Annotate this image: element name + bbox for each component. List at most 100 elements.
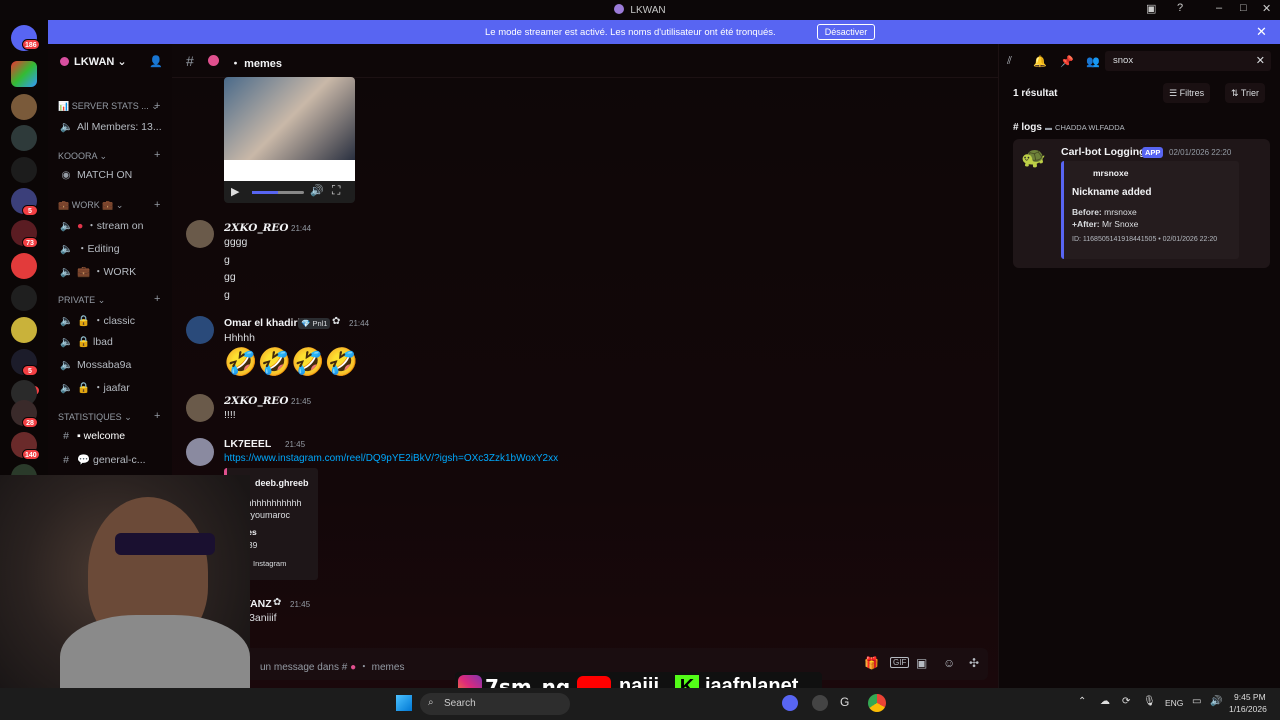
add-channel-icon[interactable]: + bbox=[154, 149, 160, 161]
avatar[interactable] bbox=[186, 438, 214, 466]
category-kooora[interactable]: KOOORA ⌄ bbox=[58, 151, 107, 162]
voice-icon: 🔈 bbox=[60, 266, 74, 278]
taskbar-app-icon[interactable]: G bbox=[840, 695, 849, 709]
voice-icon: 🔈 bbox=[60, 382, 74, 394]
help-icon[interactable]: ? bbox=[1177, 2, 1183, 14]
server-icon[interactable] bbox=[11, 317, 37, 343]
server-icon[interactable] bbox=[11, 125, 37, 151]
avatar[interactable] bbox=[186, 220, 214, 248]
channel-lbad[interactable]: 🔈 🔒 lbad bbox=[60, 335, 113, 348]
message-author[interactable]: 2XKO_REO bbox=[224, 395, 289, 407]
add-channel-icon[interactable]: + bbox=[154, 410, 160, 422]
start-icon[interactable] bbox=[396, 695, 412, 711]
channel-emoji-icon bbox=[208, 55, 219, 66]
threads-icon[interactable]: ⫽ bbox=[1007, 55, 1012, 68]
message-timestamp: 21:45 bbox=[285, 440, 306, 449]
channel-header: # ・ memes bbox=[172, 44, 998, 78]
video-thumbnail bbox=[224, 77, 355, 160]
language-indicator[interactable]: ENG bbox=[1165, 698, 1183, 708]
sticker-icon[interactable]: ▣ bbox=[916, 656, 927, 670]
result-timestamp: 02/01/2026 22:20 bbox=[1169, 148, 1232, 157]
play-icon[interactable]: ▶ bbox=[231, 185, 239, 198]
fullscreen-icon[interactable]: ⛶ bbox=[332, 183, 340, 198]
banner-close-icon[interactable]: ✕ bbox=[1256, 24, 1267, 40]
bell-icon[interactable]: 🔔 bbox=[1033, 55, 1047, 68]
taskbar-search[interactable]: ⌕ Search bbox=[420, 693, 570, 715]
search-result[interactable]: 🐢 Carl-bot Logging APP 02/01/2026 22:20 … bbox=[1013, 139, 1270, 268]
search-panel: ⫽ 🔔 📌 👥 ✕ 1 résultat ☰ Filtres ⇅ Trier #… bbox=[998, 44, 1280, 688]
channel-mossaba9a[interactable]: 🔈 Mossaba9a bbox=[60, 358, 131, 371]
stage-icon: ◉ bbox=[61, 169, 71, 181]
avatar[interactable] bbox=[186, 394, 214, 422]
category-server-stats[interactable]: 📊 SERVER STATS ... ⌄ bbox=[58, 101, 159, 112]
disable-streamer-button[interactable]: Désactiver bbox=[817, 24, 875, 40]
add-channel-icon[interactable]: + bbox=[154, 293, 160, 305]
channel-all-members[interactable]: 🔈 All Members: 13... bbox=[60, 120, 162, 133]
category-work[interactable]: 💼 work 💼 ⌄ bbox=[58, 200, 123, 211]
clear-search-icon[interactable]: ✕ bbox=[1256, 54, 1265, 67]
embed-after: +After: Mr Snoxe bbox=[1072, 219, 1139, 229]
video-progress[interactable] bbox=[252, 191, 304, 194]
video-attachment[interactable]: ▶ 🔊 ⛶ bbox=[224, 77, 355, 203]
inbox-icon[interactable]: ▣ bbox=[1146, 2, 1156, 15]
category-statistiques[interactable]: STATISTIQUES ⌄ bbox=[58, 412, 132, 423]
server-icon[interactable] bbox=[11, 285, 37, 311]
message-link[interactable]: https://www.instagram.com/reel/DQ9pYE2iB… bbox=[224, 453, 558, 464]
embed-user: mrsnoxe bbox=[1093, 168, 1129, 178]
volume-icon[interactable]: 🔊 bbox=[310, 184, 324, 197]
search-input[interactable] bbox=[1105, 51, 1245, 70]
discord-taskbar-icon[interactable] bbox=[782, 695, 798, 711]
tray-icon[interactable]: ⟳ bbox=[1122, 696, 1130, 707]
minimize-button[interactable]: – bbox=[1216, 2, 1222, 14]
channel-welcome[interactable]: # ▪ welcome bbox=[60, 430, 125, 442]
gif-icon[interactable]: GIF bbox=[890, 657, 910, 668]
volume-icon[interactable]: 🔊 bbox=[1210, 696, 1222, 707]
maximize-button[interactable]: □ bbox=[1240, 2, 1247, 14]
message-timestamp: 21:44 bbox=[349, 319, 370, 328]
tray-icon[interactable]: ☁ bbox=[1100, 696, 1110, 707]
chrome-icon[interactable] bbox=[868, 694, 886, 712]
message-text: g bbox=[224, 289, 230, 301]
channel-jaafar[interactable]: 🔈 🔒 ・jaafar bbox=[60, 380, 130, 395]
hash-icon: # bbox=[63, 454, 69, 466]
close-window-button[interactable]: ✕ bbox=[1262, 2, 1271, 15]
tray-chevron-icon[interactable]: ⌃ bbox=[1078, 696, 1086, 707]
gift-icon[interactable]: 🎁 bbox=[864, 656, 879, 670]
clock-time[interactable]: 9:45 PM bbox=[1234, 692, 1266, 702]
bot-name[interactable]: Carl-bot Logging bbox=[1061, 146, 1146, 158]
embed-author[interactable]: deeb.ghreeb bbox=[255, 478, 309, 488]
display-icon[interactable]: ▭ bbox=[1192, 696, 1201, 707]
avatar[interactable] bbox=[186, 316, 214, 344]
filters-button[interactable]: ☰ Filtres bbox=[1163, 83, 1211, 103]
server-icon[interactable] bbox=[11, 157, 37, 183]
sunglasses bbox=[115, 533, 215, 555]
channel-general[interactable]: # 💬 general-c... bbox=[60, 453, 145, 466]
server-icon[interactable] bbox=[11, 61, 37, 87]
channel-work[interactable]: 🔈 💼 ・WORK bbox=[60, 264, 136, 279]
message-author[interactable]: 2XKO_REO bbox=[224, 222, 289, 234]
server-icon[interactable] bbox=[11, 253, 37, 279]
channel-editing[interactable]: 🔈 ・Editing bbox=[60, 241, 120, 256]
add-channel-icon[interactable]: + bbox=[154, 199, 160, 211]
emoji-icon[interactable]: ☺ bbox=[943, 656, 955, 670]
result-channel-label[interactable]: # logs ▬ CHADDA WLFADDA bbox=[1013, 121, 1125, 133]
sort-button[interactable]: ⇅ Trier bbox=[1225, 83, 1266, 103]
mic-icon[interactable]: 🎙 bbox=[1143, 696, 1156, 707]
members-icon[interactable]: 👥 bbox=[1086, 55, 1100, 68]
pin-icon[interactable]: 📌 bbox=[1060, 55, 1074, 68]
guild-header[interactable]: LKWAN ⌄ bbox=[60, 55, 127, 68]
server-icon[interactable] bbox=[11, 94, 37, 120]
embed-title: Nickname added bbox=[1072, 187, 1152, 198]
channel-classic[interactable]: 🔈 🔒 ・classic bbox=[60, 313, 135, 328]
add-member-icon[interactable]: 👤 bbox=[149, 55, 163, 68]
search-box[interactable]: ✕ bbox=[1105, 51, 1271, 71]
apps-icon[interactable]: ✣ bbox=[969, 656, 979, 670]
channel-stream-on[interactable]: 🔈 ● ・stream on bbox=[60, 218, 143, 233]
message-author[interactable]: Omar el khadiri bbox=[224, 317, 300, 329]
taskbar-app-icon[interactable] bbox=[812, 695, 828, 711]
category-private[interactable]: PRIVATE ⌄ bbox=[58, 295, 105, 306]
channel-match-on[interactable]: ◉ MATCH ON bbox=[60, 169, 132, 181]
add-channel-icon[interactable]: + bbox=[154, 100, 160, 112]
clock-date[interactable]: 1/16/2026 bbox=[1229, 704, 1267, 714]
message-author[interactable]: LK7EEEL bbox=[224, 438, 271, 450]
